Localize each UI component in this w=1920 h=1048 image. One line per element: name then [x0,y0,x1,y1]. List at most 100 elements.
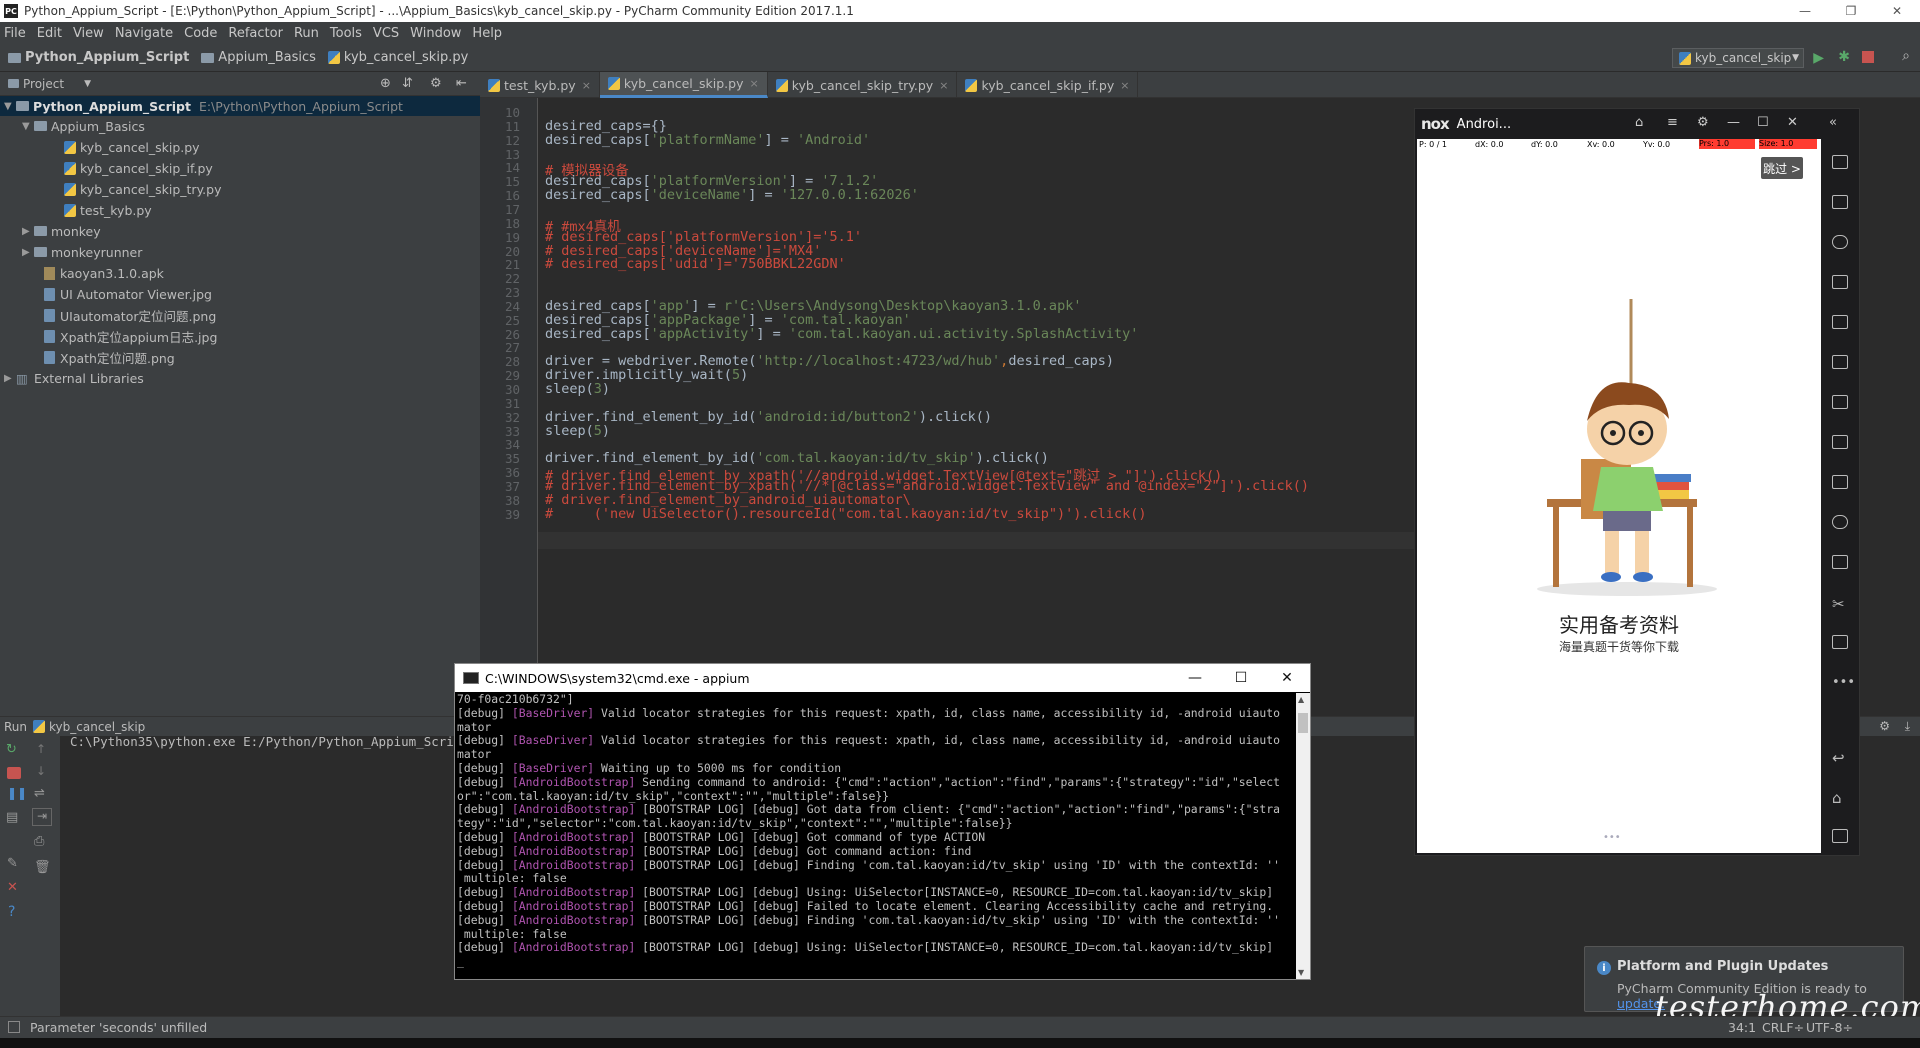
tree-item-file[interactable]: kyb_cancel_skip.py [0,137,200,157]
run-config-select[interactable]: kyb_cancel_skip ▼ [1672,48,1804,68]
fullscreen-icon[interactable] [1832,315,1848,329]
pin-icon[interactable]: ✎ [7,856,18,871]
layout-icon[interactable]: ▤ [6,810,18,825]
menu-icon[interactable]: ≡ [1667,115,1678,130]
run-panel-config[interactable]: kyb_cancel_skip [49,720,145,734]
android-screen[interactable]: P: 0 / 1 dX: 0.0 dY: 0.0 Xv: 0.0 Yv: 0.0… [1417,139,1821,853]
macro-icon[interactable] [1832,555,1848,569]
minimize-icon[interactable]: — [1782,0,1828,22]
tool-windows-icon[interactable] [8,1021,20,1033]
tree-item-file[interactable]: Xpath定位appium日志.jpg [0,326,217,346]
chevron-down-icon[interactable]: ▼ [1298,968,1304,977]
close-icon[interactable]: × [1120,79,1129,92]
shake-icon[interactable] [1832,515,1848,529]
down-icon[interactable]: ↓ [36,764,46,778]
tree-item-external-libraries[interactable]: ▶ ▥ External Libraries [0,368,144,388]
menu-tools[interactable]: Tools [330,26,362,41]
code-line[interactable]: desired_caps['appActivity'] = 'com.tal.k… [545,326,1138,342]
menu-navigate[interactable]: Navigate [115,26,173,41]
gear-icon[interactable]: ⚙ [1879,719,1890,733]
caret-position[interactable]: 34:1 [1728,1020,1756,1035]
rotate-icon[interactable] [1832,155,1848,169]
run-icon[interactable]: ▶ [1813,50,1824,66]
gear-icon[interactable]: ⚙ [430,76,442,91]
collapse-icon[interactable]: ⇵ [402,76,413,91]
home-icon[interactable]: ⌂ [1635,115,1643,130]
code-line[interactable]: sleep(5) [545,423,610,439]
rerun-icon[interactable]: ↻ [6,742,17,757]
help-icon[interactable]: ? [8,904,15,920]
code-line[interactable]: # ('new UiSelector().resourceId("com.tal… [545,506,1146,522]
close-icon[interactable]: × [582,79,591,92]
cmd-output[interactable]: 70-f0ac210b6732"] [debug] [BaseDriver] Va… [457,693,1295,979]
tab-kyb-cancel-skip-try[interactable]: kyb_cancel_skip_try.py × [768,72,958,98]
code-line[interactable]: sleep(3) [545,381,610,397]
chevron-down-icon[interactable]: ▼ [84,79,91,89]
gear-icon[interactable]: ⚙ [1697,115,1709,130]
menu-run[interactable]: Run [294,26,319,41]
tree-item-folder[interactable]: ▶ monkey [0,221,101,241]
cmd-scrollbar[interactable]: ▲ ▼ [1296,693,1310,979]
cmd-window[interactable]: C:\WINDOWS\system32\cmd.exe - appium — ☐… [454,663,1311,980]
volume-down-icon[interactable] [1832,395,1848,409]
up-icon[interactable]: ↑ [36,742,46,756]
menu-window[interactable]: Window [410,26,461,41]
scroll-to-end-icon[interactable]: ⇥ [32,808,52,826]
tree-item-file[interactable]: UI Automator Viewer.jpg [0,284,212,304]
code-line[interactable]: # desired_caps['udid']='750BBKL22GDN' [545,256,846,272]
search-icon[interactable]: ⌕ [1902,48,1910,64]
scissors-icon[interactable]: ✂ [1832,595,1848,613]
collapse-sidebar-icon[interactable]: « [1829,115,1837,130]
skip-button[interactable]: 跳过 > [1761,157,1803,179]
screenshot-icon[interactable] [1832,435,1848,449]
close-icon[interactable]: ✕ [7,880,18,895]
location-icon[interactable] [1832,235,1848,249]
code-line[interactable]: driver.find_element_by_id('android:id/bu… [545,409,992,425]
file-encoding[interactable]: UTF-8÷ [1806,1020,1853,1035]
maximize-icon[interactable]: ☐ [1218,664,1264,692]
tree-item-file[interactable]: kyb_cancel_skip_if.py [0,158,213,178]
wrap-icon[interactable]: ⇌ [34,786,45,801]
close-icon[interactable]: ✕ [1874,0,1920,22]
close-icon[interactable]: ✕ [1264,664,1310,692]
tree-item-file[interactable]: kyb_cancel_skip_try.py [0,179,222,199]
menu-edit[interactable]: Edit [37,26,62,41]
home-icon[interactable]: ⌂ [1832,789,1848,807]
close-icon[interactable]: × [939,79,948,92]
close-icon[interactable]: ✕ [1787,115,1798,130]
stop-icon[interactable] [7,767,21,779]
code-line[interactable]: desired_caps['deviceName'] = '127.0.0.1:… [545,187,919,203]
tree-item-folder[interactable]: ▼ Appium_Basics [0,116,145,136]
back-icon[interactable]: ↩ [1832,749,1848,767]
volume-up-icon[interactable] [1832,355,1848,369]
debug-icon[interactable]: ✱ [1838,49,1850,65]
recent-apps-icon[interactable] [1832,829,1848,843]
menu-code[interactable]: Code [184,26,217,41]
tree-item-folder[interactable]: ▶ monkeyrunner [0,242,142,262]
menu-refactor[interactable]: Refactor [228,26,283,41]
screen-icon[interactable] [1832,275,1848,289]
project-panel-title[interactable]: Project [23,77,64,91]
code-line[interactable]: desired_caps['platformName'] = 'Android' [545,132,870,148]
restore-icon[interactable]: ❐ [1828,0,1874,22]
keyboard-icon[interactable] [1832,195,1848,209]
maximize-icon[interactable]: ☐ [1757,115,1769,130]
trash-icon[interactable]: 🗑 [34,860,51,875]
stop-icon[interactable] [1862,51,1874,63]
breadcrumb-folder[interactable]: Appium_Basics [201,50,316,65]
minimize-icon[interactable]: — [1172,664,1218,692]
tab-kyb-cancel-skip-if[interactable]: kyb_cancel_skip_if.py × [957,72,1139,98]
nox-emulator-window[interactable]: nox Androi... ⌂ ≡ ⚙ — ☐ ✕ « P: 0 / 1 dX:… [1414,108,1860,856]
menu-file[interactable]: File [4,26,26,41]
multi-instance-icon[interactable] [1832,635,1848,649]
hide-icon[interactable]: ⤓ [1905,719,1910,734]
breadcrumb-project[interactable]: Python_Appium_Script [8,50,189,65]
menu-view[interactable]: View [73,26,104,41]
hide-icon[interactable]: ⇤ [456,76,467,91]
sync-icon[interactable]: ⊕ [380,76,391,91]
tree-item-file[interactable]: test_kyb.py [0,200,152,220]
print-icon[interactable]: ⎙ [34,834,44,849]
more-icon[interactable]: ••• [1832,675,1855,690]
chevron-up-icon[interactable]: ▲ [1298,695,1304,704]
install-icon[interactable] [1832,475,1848,489]
